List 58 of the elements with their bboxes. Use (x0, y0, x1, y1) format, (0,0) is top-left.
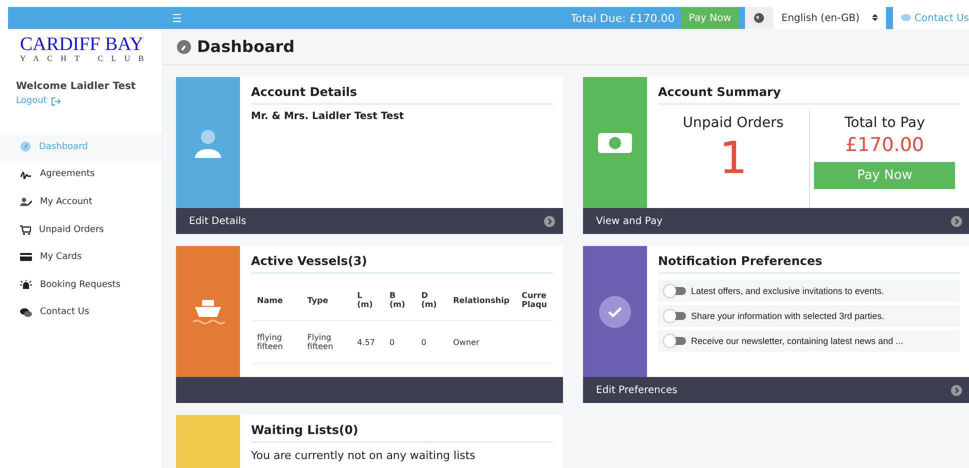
table-cell: Owner (447, 320, 516, 364)
welcome-text: Welcome Laidler Test (16, 81, 137, 92)
preference-label: Receive our newsletter, containing latest news and ... (691, 336, 904, 346)
column-header: Relationship (447, 280, 516, 320)
gauge-icon (177, 40, 191, 54)
chevron-icon (951, 216, 962, 226)
nav-item[interactable]: My Cards (0, 243, 162, 271)
credit-card-icon (20, 253, 32, 262)
nav-item[interactable]: Contact Us (0, 298, 162, 326)
edit-preferences-link[interactable]: Edit Preferences (596, 384, 678, 396)
table-cell: 0 (415, 320, 448, 364)
chevron-icon (951, 384, 962, 396)
column-header: B (m) (384, 280, 416, 320)
column-header: Curre Plaqu (516, 280, 553, 320)
card-title: Notification Preferences (658, 254, 960, 274)
waiting-lists-message: You are currently not on any waiting lists (251, 449, 476, 462)
column-header: L (m) (351, 280, 384, 320)
boat-icon (191, 298, 225, 326)
user-edit-icon (20, 197, 32, 206)
unpaid-orders-label: Unpaid Orders (682, 115, 784, 131)
card-title: Active Vessels(3) (251, 254, 553, 274)
check-icon (599, 296, 631, 328)
card-title: Waiting Lists(0) (251, 423, 553, 443)
total-label: Total to Pay (844, 115, 925, 131)
preference-label: Share your information with selected 3rd parties. (691, 311, 884, 321)
card-title: Account Summary (658, 85, 960, 105)
logout-icon (50, 96, 61, 106)
view-and-pay-link[interactable]: View and Pay (596, 216, 663, 226)
column-header: Name (251, 280, 302, 320)
gauge-icon (20, 141, 31, 152)
table-cell: Flying fifteen (301, 320, 352, 364)
signature-icon (20, 170, 32, 179)
cart-icon (20, 224, 31, 235)
chevron-icon (544, 216, 555, 226)
column-header: D (m) (415, 280, 448, 320)
edit-details-link[interactable]: Edit Details (189, 216, 246, 226)
table-cell: 0 (384, 320, 416, 364)
total-amount: £170.00 (845, 134, 924, 156)
chat-icon (20, 308, 32, 317)
user-icon (193, 128, 223, 158)
column-header: Type (301, 280, 352, 320)
unpaid-orders-count: 1 (719, 132, 748, 186)
alarm-icon (20, 280, 32, 290)
nav-item[interactable]: Booking Requests (0, 270, 162, 299)
card-title: Account Details (251, 85, 553, 105)
nav-item[interactable]: My Account (0, 188, 162, 216)
page-title: Dashboard (197, 37, 295, 56)
club-logo[interactable]: CARDIFF BAY YACHT CLUB (0, 29, 162, 64)
banknote-icon (598, 132, 632, 152)
nav-item[interactable]: Unpaid Orders (0, 216, 162, 244)
speech-bubble-icon (901, 14, 912, 22)
member-name: Mr. & Mrs. Laidler Test Test (251, 111, 405, 122)
table-cell: 4.57 (351, 320, 384, 364)
nav-item[interactable]: Agreements (0, 160, 162, 188)
table-cell: fflying fifteen (251, 320, 302, 364)
sort-caret-icon (872, 12, 878, 22)
total-due: Total Due: £170.00 (570, 12, 675, 24)
preference-label: Latest offers, and exclusive invitations to events. (691, 286, 884, 296)
